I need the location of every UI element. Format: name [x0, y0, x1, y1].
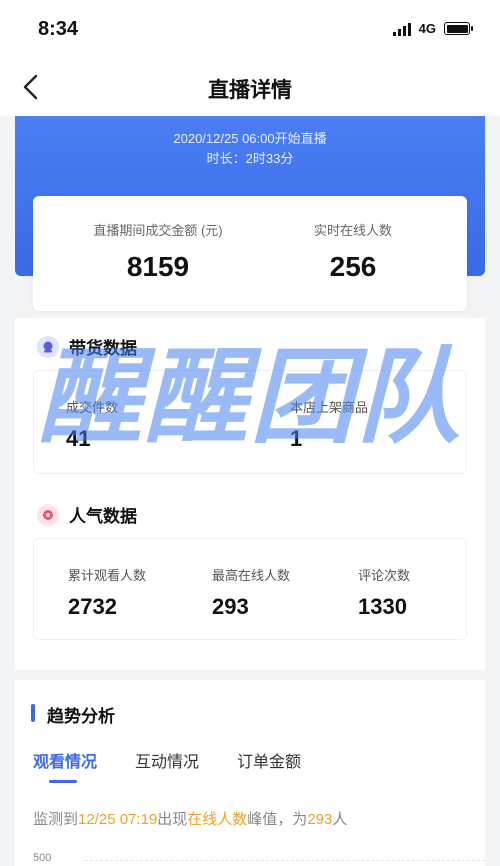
gmv-label: 直播期间成交金额 (元) [93, 223, 223, 238]
views-label: 累计观看人数 [68, 568, 147, 583]
views-value: 2732 [68, 594, 117, 619]
signal-icon [392, 22, 411, 36]
orders-value: 41 [66, 426, 91, 451]
summary-card: 直播期间成交金额 (元) 8159 实时在线人数 256 [33, 196, 467, 311]
popularity-title-text: 人气数据 [69, 507, 137, 526]
page-title: 直播详情 [208, 79, 292, 102]
comments-label: 评论次数 [358, 568, 411, 583]
live-duration: 时长：2时33分 [206, 151, 294, 166]
goods-icon [37, 335, 59, 358]
y-axis-top-label: 500 [33, 852, 52, 864]
goods-title-text: 带货数据 [69, 339, 137, 358]
status-icons: 4G [392, 21, 473, 36]
peak-value-highlight: 293 [307, 811, 333, 828]
section-accent-bar [31, 704, 35, 722]
popularity-card: 累计观看人数 2732 最高在线人数 293 评论次数 1330 [33, 538, 467, 640]
active-tab-indicator [49, 780, 77, 783]
nav-bar: 直播详情 [0, 58, 500, 116]
online-metric: 实时在线人数 256 [263, 220, 443, 283]
peak-label: 最高在线人数 [212, 568, 291, 583]
views-stat: 累计观看人数 2732 [68, 565, 146, 620]
data-panel: 带货数据 成交件数 41 本店上架商品 1 人气数据 累计观看人数 2732 最… [15, 318, 485, 670]
listed-label: 本店上架商品 [290, 400, 369, 415]
peak-value: 293 [212, 594, 249, 619]
peak-time: 12/25 07:19 [78, 811, 158, 828]
gmv-value: 8159 [126, 251, 190, 282]
listed-value: 1 [290, 426, 303, 451]
orders-stat: 成交件数 41 [66, 397, 118, 452]
trend-panel: 趋势分析 观看情况 互动情况 订单金额 监测到12/25 07:19出现在线人数… [15, 680, 485, 866]
trend-tabs: 观看情况 互动情况 订单金额 [15, 748, 485, 784]
goods-section-title: 带货数据 [37, 334, 137, 359]
status-time: 8:34 [38, 18, 79, 40]
battery-icon [444, 22, 473, 35]
comments-value: 1330 [358, 594, 407, 619]
live-start-time: 2020/12/25 06:00开始直播 [173, 131, 327, 146]
goods-card: 成交件数 41 本店上架商品 1 [33, 370, 467, 474]
orders-label: 成交件数 [66, 400, 119, 415]
trend-title: 趋势分析 [47, 707, 115, 726]
tab-views[interactable]: 观看情况 [33, 748, 97, 772]
listed-stat: 本店上架商品 1 [290, 397, 368, 452]
gmv-metric: 直播期间成交金额 (元) 8159 [63, 220, 253, 283]
tab-order-amount[interactable]: 订单金额 [237, 748, 301, 772]
popularity-icon [37, 503, 59, 526]
online-value: 256 [329, 251, 377, 282]
peak-metric: 在线人数 [187, 811, 248, 828]
tab-interaction[interactable]: 互动情况 [135, 748, 199, 772]
grid-line [85, 860, 485, 861]
peak-monitor-text: 监测到12/25 07:19出现在线人数峰值，为293人 [33, 811, 348, 828]
peak-stat: 最高在线人数 293 [212, 565, 290, 620]
network-type: 4G [418, 21, 436, 36]
online-label: 实时在线人数 [313, 223, 392, 238]
popularity-section-title: 人气数据 [37, 502, 137, 527]
status-bar: 8:34 4G [0, 0, 500, 58]
comments-stat: 评论次数 1330 [358, 565, 410, 620]
